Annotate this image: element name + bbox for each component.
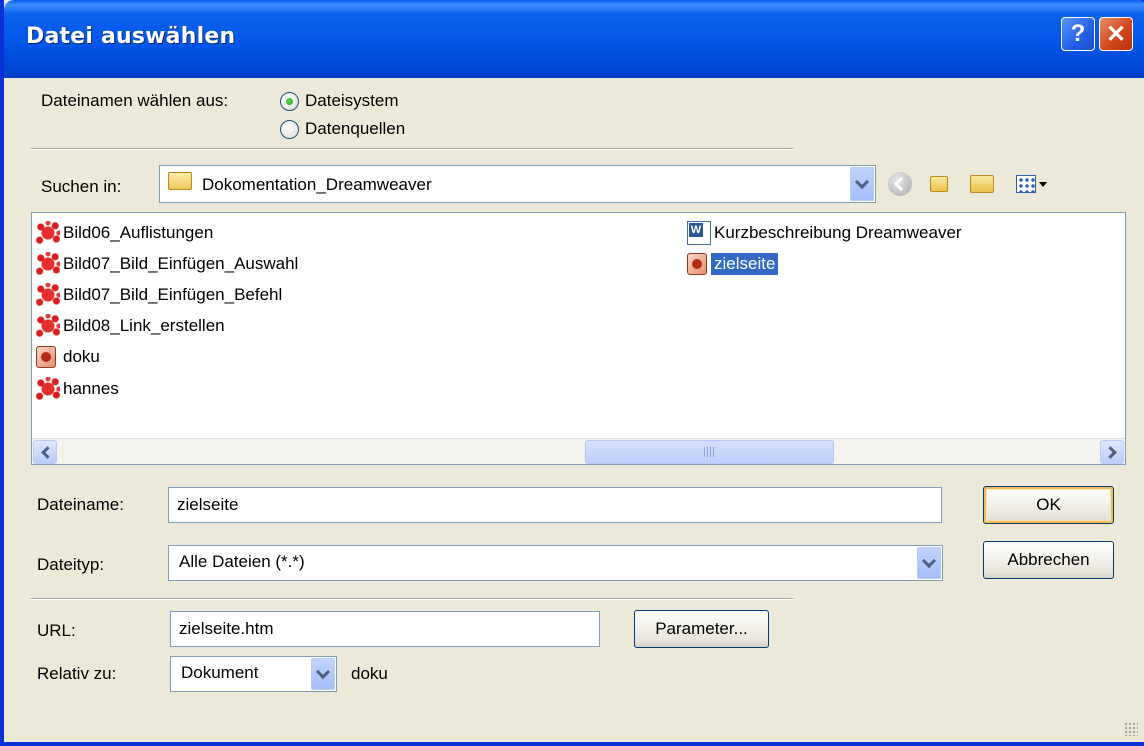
file-name: Bild06_Auflistungen [63, 223, 214, 242]
grip-icon [703, 447, 716, 457]
up-folder-icon[interactable] [925, 171, 953, 197]
separator [31, 598, 793, 600]
file-name: zielseite [711, 253, 779, 275]
radio-filesystem-label[interactable]: Dateisystem [305, 91, 399, 111]
image-splat-icon [36, 221, 60, 245]
url-input[interactable]: zielseite.htm [170, 611, 600, 647]
new-folder-shape [970, 175, 994, 193]
chevron-right-icon [1103, 445, 1117, 459]
filetype-combo[interactable]: Alle Dateien (*.*) [168, 545, 943, 581]
relative-doc-name: doku [351, 664, 388, 683]
look-in-label: Suchen in: [41, 177, 122, 196]
caret-down-icon [1038, 181, 1047, 187]
horizontal-scrollbar[interactable] [32, 438, 1125, 464]
filetype-dropdown-button[interactable] [917, 547, 941, 579]
radio-filesystem[interactable] [280, 92, 299, 111]
close-button[interactable]: ✕ [1099, 17, 1133, 51]
relative-value: Dokument [181, 663, 259, 682]
relative-label: Relativ zu: [37, 664, 117, 683]
chevron-down-icon [315, 664, 331, 679]
title-bar[interactable]: Datei auswählen ? ✕ [4, 0, 1144, 78]
url-value: zielseite.htm [179, 619, 274, 638]
filetype-label: Dateityp: [37, 555, 105, 574]
chevron-down-icon [921, 553, 937, 568]
image-splat-icon [36, 377, 60, 401]
filename-value: zielseite [177, 495, 239, 514]
radio-datasources-label[interactable]: Datenquellen [305, 119, 405, 139]
file-name: Bild08_Link_erstellen [63, 316, 225, 335]
radio-datasources[interactable] [280, 120, 299, 139]
dialog-body: Dateinamen wählen aus: Dateisystem Daten… [8, 78, 1144, 742]
relative-combo[interactable]: Dokument [170, 656, 337, 692]
up-folder-shape [930, 176, 948, 192]
list-item[interactable]: Bild08_Link_erstellen [36, 313, 228, 339]
window-title: Datei auswählen [26, 24, 236, 49]
filename-input[interactable]: zielseite [168, 487, 942, 523]
image-splat-icon [36, 314, 60, 338]
list-item-selected[interactable]: zielseite [687, 251, 779, 277]
look-in-dropdown-button[interactable] [850, 167, 874, 201]
list-item[interactable]: Bild06_Auflistungen [36, 220, 216, 246]
file-dialog: Datei auswählen ? ✕ Dateinamen wählen au… [0, 0, 1144, 746]
filetype-value: Alle Dateien (*.*) [179, 552, 305, 571]
file-name: Kurzbeschreibung Dreamweaver [714, 223, 962, 242]
filename-label: Dateiname: [37, 495, 124, 514]
list-item[interactable]: doku [36, 344, 103, 370]
look-in-combo[interactable]: Dokomentation_Dreamweaver [159, 165, 876, 203]
resize-grip-icon[interactable] [1124, 722, 1138, 736]
word-doc-icon [687, 221, 711, 245]
new-folder-icon[interactable] [967, 171, 997, 197]
parameter-button[interactable]: Parameter... [634, 610, 769, 648]
scroll-left-button[interactable] [33, 440, 57, 464]
dreamweaver-doc-icon [687, 253, 707, 275]
list-item[interactable]: Bild07_Bild_Einfügen_Befehl [36, 282, 285, 308]
image-splat-icon [36, 252, 60, 276]
ok-button[interactable]: OK [983, 486, 1114, 524]
url-label: URL: [37, 621, 76, 640]
file-name: hannes [63, 379, 119, 398]
cancel-button[interactable]: Abbrechen [983, 541, 1114, 579]
chevron-down-icon [854, 174, 870, 189]
folder-icon [168, 172, 192, 190]
help-button[interactable]: ? [1061, 17, 1095, 51]
view-grid-icon [1015, 175, 1036, 193]
relative-dropdown-button[interactable] [311, 658, 335, 690]
list-item[interactable]: Kurzbeschreibung Dreamweaver [687, 220, 965, 246]
list-item[interactable]: Bild07_Bild_Einfügen_Auswahl [36, 251, 301, 277]
separator [31, 148, 793, 150]
dreamweaver-doc-icon [36, 346, 56, 368]
view-menu-icon[interactable] [1013, 171, 1049, 197]
image-splat-icon [36, 283, 60, 307]
scroll-thumb[interactable] [585, 440, 834, 464]
file-name: Bild07_Bild_Einfügen_Auswahl [63, 254, 299, 273]
source-label: Dateinamen wählen aus: [41, 91, 229, 110]
chevron-left-icon [40, 445, 54, 459]
scroll-right-button[interactable] [1100, 440, 1124, 464]
file-list[interactable]: Bild06_Auflistungen Bild07_Bild_Einfügen… [31, 212, 1126, 465]
look-in-value: Dokomentation_Dreamweaver [202, 175, 432, 194]
file-name: doku [63, 347, 100, 366]
file-name: Bild07_Bild_Einfügen_Befehl [63, 285, 283, 304]
list-item[interactable]: hannes [36, 376, 122, 402]
back-icon[interactable] [888, 172, 912, 196]
